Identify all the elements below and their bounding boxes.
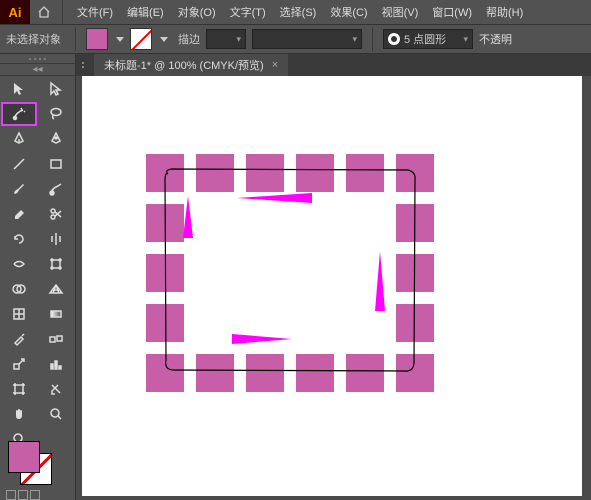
direction-arrow — [180, 196, 200, 246]
eraser-tool[interactable] — [1, 202, 37, 226]
blob-brush-tool[interactable] — [38, 177, 74, 201]
chevron-down-icon[interactable] — [160, 37, 168, 42]
pen-tool[interactable] — [1, 127, 37, 151]
gradient-tool[interactable] — [38, 302, 74, 326]
stroke-label: 描边 — [178, 31, 200, 47]
menu-type[interactable]: 文字(T) — [224, 0, 272, 24]
column-graph-tool[interactable] — [38, 352, 74, 376]
panel-grip-icon[interactable] — [0, 54, 75, 64]
close-icon[interactable]: × — [272, 59, 278, 71]
menu-items: 文件(F) 编辑(E) 对象(O) 文字(T) 选择(S) 效果(C) 视图(V… — [71, 0, 529, 24]
document-tab-bar: 未标题-1* @ 100% (CMYK/预览) × — [76, 54, 591, 76]
reflect-tool[interactable] — [38, 227, 74, 251]
divider — [372, 27, 373, 51]
artboard-tool[interactable] — [1, 377, 37, 401]
menu-window[interactable]: 窗口(W) — [426, 0, 478, 24]
symbol-sprayer-tool[interactable] — [1, 352, 37, 376]
brush-dropdown[interactable]: 5 点圆形▾ — [383, 29, 473, 49]
fill-stroke-swatches[interactable] — [8, 441, 52, 485]
blend-tool[interactable] — [38, 327, 74, 351]
slice-tool[interactable] — [38, 377, 74, 401]
collapse-icon[interactable]: ◂◂ — [0, 64, 75, 76]
canvas[interactable] — [82, 76, 582, 496]
home-icon[interactable] — [30, 0, 58, 24]
fill-color-swatch[interactable] — [8, 441, 40, 473]
direction-arrow — [237, 190, 327, 210]
stroke-weight-input[interactable]: ▾ — [206, 29, 246, 49]
eyedropper-tool[interactable] — [1, 327, 37, 351]
brush-preview-icon — [388, 33, 400, 45]
perspective-grid-tool[interactable] — [38, 277, 74, 301]
magic-wand-tool[interactable] — [1, 102, 37, 126]
menu-bar: Ai 文件(F) 编辑(E) 对象(O) 文字(T) 选择(S) 效果(C) 视… — [0, 0, 591, 24]
app-logo: Ai — [0, 0, 30, 24]
chevron-down-icon[interactable] — [116, 37, 124, 42]
width-tool[interactable] — [1, 252, 37, 276]
profile-dropdown[interactable]: ▾ — [252, 29, 362, 49]
opacity-label: 不透明 — [479, 31, 512, 47]
brush-tool[interactable] — [1, 177, 37, 201]
free-transform-tool[interactable] — [38, 252, 74, 276]
menu-effect[interactable]: 效果(C) — [324, 0, 373, 24]
draw-mode-icons[interactable] — [6, 490, 40, 500]
menu-file[interactable]: 文件(F) — [71, 0, 119, 24]
selection-tool[interactable] — [1, 77, 37, 101]
fill-swatch[interactable] — [86, 28, 108, 50]
lasso-tool[interactable] — [38, 102, 74, 126]
direct-selection-tool[interactable] — [38, 77, 74, 101]
curvature-tool[interactable] — [38, 127, 74, 151]
shape-builder-tool[interactable] — [1, 277, 37, 301]
mesh-tool[interactable] — [1, 302, 37, 326]
menu-view[interactable]: 视图(V) — [376, 0, 425, 24]
document-tab-title: 未标题-1* @ 100% (CMYK/预览) — [104, 57, 264, 73]
rotate-tool[interactable] — [1, 227, 37, 251]
menu-edit[interactable]: 编辑(E) — [121, 0, 170, 24]
workspace — [76, 76, 591, 500]
direction-arrow — [232, 331, 302, 351]
tool-panel: ◂◂ — [0, 54, 76, 500]
menu-help[interactable]: 帮助(H) — [480, 0, 529, 24]
divider — [75, 27, 76, 51]
zoom-tool[interactable] — [38, 402, 74, 426]
line-tool[interactable] — [1, 152, 37, 176]
scissors-tool[interactable] — [38, 202, 74, 226]
tab-grip-icon[interactable] — [76, 54, 90, 76]
divider — [62, 0, 63, 24]
selection-status: 未选择对象 — [6, 31, 61, 47]
direction-arrow — [372, 251, 392, 321]
document-tab[interactable]: 未标题-1* @ 100% (CMYK/预览) × — [94, 54, 288, 76]
options-bar: 未选择对象 描边 ▾ ▾ 5 点圆形▾ 不透明 — [0, 24, 591, 54]
rectangle-tool[interactable] — [38, 152, 74, 176]
stroke-swatch[interactable] — [130, 28, 152, 50]
menu-object[interactable]: 对象(O) — [172, 0, 222, 24]
menu-select[interactable]: 选择(S) — [274, 0, 323, 24]
hand-tool[interactable] — [1, 402, 37, 426]
